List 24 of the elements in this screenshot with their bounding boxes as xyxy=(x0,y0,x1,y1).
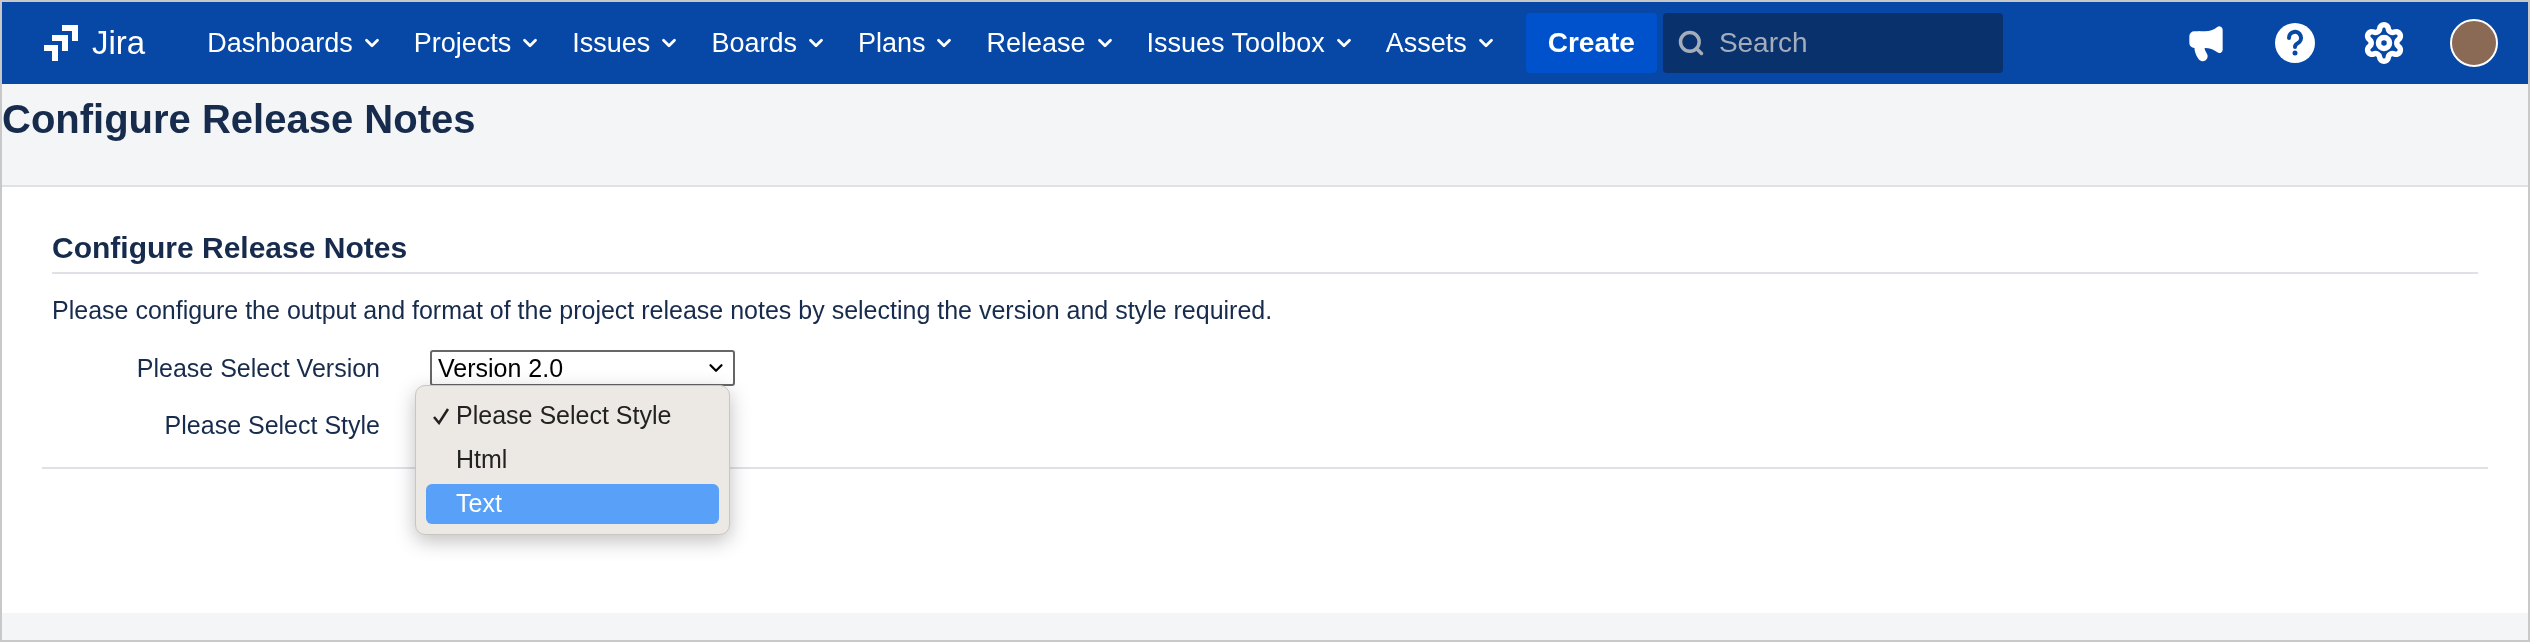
nav-menu[interactable]: Dashboards xyxy=(195,19,395,67)
section-heading: Configure Release Notes xyxy=(52,230,409,266)
page-title: Configure Release Notes xyxy=(2,96,477,143)
nav-menu[interactable]: Issues xyxy=(560,19,693,67)
menu-option[interactable]: Please Select Style xyxy=(426,396,719,436)
settings-icon[interactable] xyxy=(2362,21,2406,65)
nav-menu[interactable]: Release xyxy=(974,19,1128,67)
nav-menu[interactable]: Projects xyxy=(401,19,554,67)
field-label: Please Select Style xyxy=(163,410,380,441)
logo-text: Jira xyxy=(92,23,146,64)
menu-option[interactable]: Html xyxy=(426,440,719,480)
nav-menu[interactable]: Boards xyxy=(699,19,839,67)
search-icon xyxy=(1676,29,1705,57)
description-text: Please configure the output and format of the project release notes by selecting the version and style required. xyxy=(52,295,1274,326)
field-label: Please Select Version xyxy=(135,352,380,384)
megaphone-icon[interactable] xyxy=(2186,23,2226,63)
avatar[interactable] xyxy=(2450,19,2498,67)
nav-menu[interactable]: Plans xyxy=(845,19,968,67)
jira-logo[interactable]: Jira xyxy=(42,18,146,68)
nav-menu[interactable]: Issues Toolbox xyxy=(1134,19,1367,67)
search-field[interactable]: Search xyxy=(1662,13,2003,73)
nav-menu[interactable]: Assets xyxy=(1373,19,1509,67)
create-button[interactable]: Create xyxy=(1525,13,1657,73)
help-icon[interactable] xyxy=(2274,22,2316,64)
